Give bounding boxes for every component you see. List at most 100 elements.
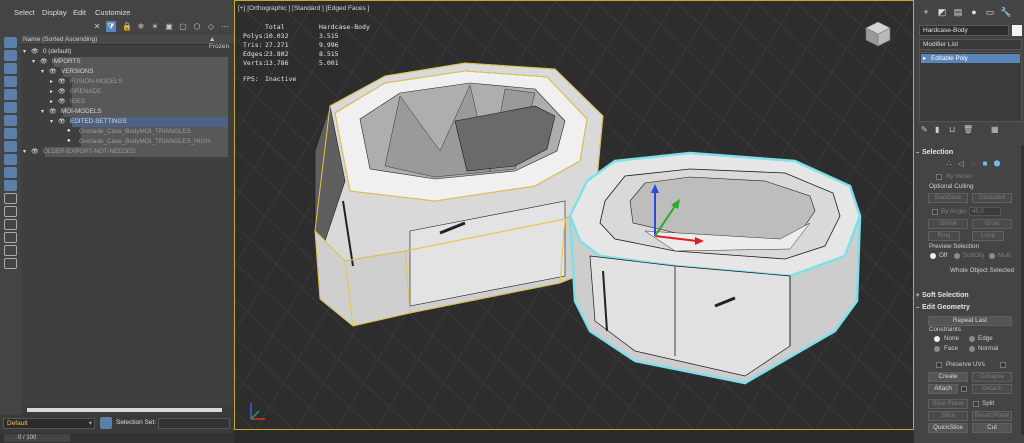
light-icon[interactable]: ☀: [150, 21, 160, 32]
repeat-last-button[interactable]: Repeat Last: [928, 316, 1012, 326]
polygon-icon[interactable]: ■: [980, 159, 990, 169]
create-tab-icon[interactable]: +: [920, 6, 932, 18]
tree-row[interactable]: ▸ 👁 IGES: [21, 97, 234, 107]
attach-list-icon[interactable]: [961, 386, 967, 392]
display-tab-icon[interactable]: ▭: [984, 6, 996, 18]
angle-spinner[interactable]: 45,0: [969, 207, 1001, 216]
vertex-icon[interactable]: ∴: [944, 159, 954, 169]
helper-icon[interactable]: ⬡: [192, 21, 202, 32]
utilities-tab-icon[interactable]: 🔧: [1000, 6, 1012, 18]
container-filter-icon[interactable]: [4, 180, 17, 191]
cut-button[interactable]: Cut: [972, 423, 1012, 433]
filter-icon[interactable]: ⧩: [106, 21, 116, 32]
expand-toggle-icon[interactable]: ▸: [50, 78, 53, 85]
modifier-list-dropdown[interactable]: Modifier List: [919, 39, 1022, 50]
snowflake-icon[interactable]: ❄: [136, 21, 146, 32]
menu-edit[interactable]: Edit: [73, 8, 86, 17]
hierarchy-tab-icon[interactable]: ▤: [952, 6, 964, 18]
lock-icon[interactable]: 🔒: [122, 21, 132, 32]
camera-filter-icon[interactable]: [4, 102, 17, 113]
visibility-eye-icon[interactable]: 👁: [49, 68, 57, 75]
edge-icon[interactable]: ◁: [956, 159, 966, 169]
border-icon[interactable]: ◌: [968, 159, 978, 169]
bone-filter-icon[interactable]: [4, 167, 17, 178]
filter-funnel-icon[interactable]: [4, 245, 17, 256]
collapse-icon[interactable]: [4, 258, 17, 269]
tree-row[interactable]: ▾ 👁 IMPORTS: [21, 57, 234, 67]
shrink-button[interactable]: Shrink: [928, 219, 968, 229]
soft-selection-rollout-header[interactable]: + Soft Selection: [916, 291, 1022, 301]
visibility-eye-icon[interactable]: ●: [67, 128, 71, 134]
scroll-thumb[interactable]: [27, 408, 222, 412]
occluded-button[interactable]: Occluded: [972, 193, 1012, 203]
frozen-filter-icon[interactable]: [4, 193, 17, 204]
menu-display[interactable]: Display: [42, 8, 67, 17]
preview-off-radio[interactable]: [930, 253, 936, 259]
visibility-eye-icon[interactable]: 👁: [40, 58, 48, 65]
tree-row[interactable]: ▾ 👁 VERSIONS: [21, 67, 234, 77]
visibility-eye-icon[interactable]: 👁: [58, 118, 66, 125]
configure-sets-icon[interactable]: ▦: [991, 125, 999, 134]
by-angle-checkbox[interactable]: [932, 209, 938, 215]
hidden-filter-icon[interactable]: [4, 206, 17, 217]
viewcube-icon[interactable]: [863, 19, 893, 49]
attach-button[interactable]: Attach: [928, 384, 958, 394]
close-icon[interactable]: ✕: [92, 21, 102, 32]
visibility-eye-icon[interactable]: 👁: [58, 88, 66, 95]
collapse-button[interactable]: Collapse: [972, 372, 1012, 382]
selection-set-dropdown[interactable]: [158, 418, 230, 429]
tree-row[interactable]: ● Grenade_Case_BodyMOI_TRIANGLES: [21, 127, 234, 137]
expand-toggle-icon[interactable]: ▾: [32, 58, 35, 65]
xref-filter-icon[interactable]: [4, 154, 17, 165]
object-icon[interactable]: ▣: [164, 21, 174, 32]
menu-customize[interactable]: Customize: [95, 8, 130, 17]
create-button[interactable]: Create: [928, 372, 968, 382]
object-name-field[interactable]: Hardcase-Body: [919, 25, 1009, 36]
tree-row[interactable]: ▾ 👁 EDITED-SETTINGS: [21, 117, 234, 127]
layer-stack-icon[interactable]: [100, 417, 112, 429]
slice-button[interactable]: Slice: [928, 411, 968, 421]
spacewarp-icon[interactable]: ◇: [206, 21, 216, 32]
display-none-icon[interactable]: [4, 50, 17, 61]
split-checkbox[interactable]: [973, 401, 979, 407]
expand-toggle-icon[interactable]: ▾: [50, 118, 53, 125]
edit-geometry-rollout-header[interactable]: – Edit Geometry: [916, 303, 1022, 313]
stack-item-editable-poly[interactable]: ▸ Editable Poly: [921, 54, 1020, 63]
shape-filter-icon[interactable]: [4, 76, 17, 87]
tree-row[interactable]: ▾ 👁 MOI-MODELS: [21, 107, 234, 117]
orthographic-viewport[interactable]: [+] [Orthographic ] [Standard ] [Edged F…: [234, 0, 914, 430]
spacewarp-filter-icon[interactable]: [4, 128, 17, 139]
visibility-eye-icon[interactable]: ●: [67, 138, 71, 144]
layer-dropdown[interactable]: Default ▾: [3, 418, 95, 429]
expand-toggle-icon[interactable]: ▸: [50, 98, 53, 105]
backface-button[interactable]: Backface: [928, 193, 968, 203]
layer-explorer-icon[interactable]: [4, 37, 17, 48]
slice-plane-button[interactable]: Slice Plane: [928, 399, 968, 409]
visibility-eye-icon[interactable]: 👁: [58, 98, 66, 105]
expand-toggle-icon[interactable]: ▾: [23, 148, 26, 155]
tree-row[interactable]: ▾ 👁 0 (default): [21, 47, 234, 57]
all-filter-icon[interactable]: [4, 219, 17, 230]
time-slider[interactable]: 0 / 100: [0, 433, 234, 443]
group-filter-icon[interactable]: [4, 141, 17, 152]
expand-toggle-icon[interactable]: ▸: [50, 88, 53, 95]
visibility-eye-icon[interactable]: 👁: [31, 148, 39, 155]
preserve-uvs-checkbox[interactable]: [936, 362, 942, 368]
menu-select[interactable]: Select: [14, 8, 35, 17]
grow-button[interactable]: Grow: [972, 219, 1012, 229]
light-filter-icon[interactable]: [4, 89, 17, 100]
geometry-filter-icon[interactable]: [4, 63, 17, 74]
detach-button[interactable]: Detach: [972, 384, 1012, 394]
preview-multi-radio[interactable]: [989, 253, 995, 259]
by-vertex-checkbox[interactable]: [936, 174, 942, 180]
hardcase-body-model[interactable]: [568, 151, 862, 385]
expand-toggle-icon[interactable]: ▾: [23, 48, 26, 55]
tree-row[interactable]: ▸ 👁 GRENADE: [21, 87, 234, 97]
tree-row[interactable]: ▸ 👁 FUSION-MODELS: [21, 77, 234, 87]
viewport-label-menu[interactable]: [+] [Orthographic ] [Standard ] [Edged F…: [238, 5, 369, 12]
helper-filter-icon[interactable]: [4, 115, 17, 126]
visibility-eye-icon[interactable]: 👁: [31, 48, 39, 55]
preview-subobj-radio[interactable]: [954, 253, 960, 259]
preserve-uvs-settings-icon[interactable]: [1000, 362, 1006, 368]
selection-rollout-header[interactable]: – Selection: [916, 148, 1022, 158]
